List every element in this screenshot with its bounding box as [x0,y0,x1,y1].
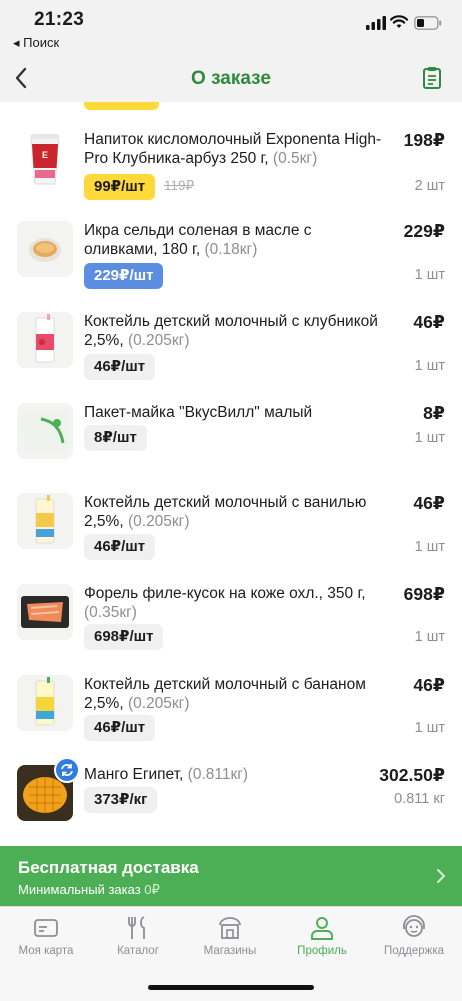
item-total-price: 46₽ [413,493,445,513]
signal-icon [366,16,386,30]
order-item[interactable]: Пакет-майка "ВкусВилл" малый 8₽ 8₽/шт 1 … [0,403,462,493]
tab-support[interactable]: Поддержка [368,915,460,957]
tab-label: Каталог [117,945,159,957]
product-name: Манго Египет, (0.811кг) [84,766,249,783]
tab-catalog[interactable]: Каталог [92,915,184,957]
item-total-price: 698₽ [403,584,445,604]
profile-icon [311,917,333,940]
refresh-icon[interactable] [54,757,80,783]
item-quantity: 2 шт [414,178,445,194]
delivery-subtitle: Минимальный заказ 0₽ [18,882,160,897]
card-icon [34,919,58,937]
home-indicator [148,985,314,990]
delivery-title: Бесплатная доставка [18,858,199,877]
order-item[interactable]: Коктейль детский молочный с бананом 2,5%… [0,675,462,765]
tab-label: Магазины [203,945,257,957]
order-item[interactable]: Коктейль детский молочный с клубникой 2,… [0,312,462,402]
previous-item-tag [84,102,159,110]
unit-price-badge: 698₽/шт [84,624,164,650]
item-quantity: 1 шт [414,539,445,555]
tab-my-card[interactable]: Моя карта [0,915,92,957]
product-image [17,675,73,731]
cutlery-icon [128,916,145,939]
unit-price-badge: 8₽/шт [84,425,147,451]
product-name: Икра сельди соленая в масле с оливками, … [84,222,312,258]
min-order-value: 0₽ [144,882,160,897]
product-name: Пакет-майка "ВкусВилл" малый [84,404,313,421]
chevron-right-icon [437,869,446,883]
item-total-price: 46₽ [413,675,445,695]
tab-label: Поддержка [384,945,444,957]
order-item[interactable]: Форель филе-кусок на коже охл., 350 г, (… [0,584,462,674]
order-item[interactable]: E Напиток кисломолочный Exponenta High-P… [0,130,462,220]
item-quantity: 1 шт [414,267,445,283]
item-total-price: 302.50₽ [379,765,445,785]
old-price: 119₽ [164,178,195,193]
product-image [17,312,73,368]
wifi-icon [390,15,408,28]
product-name: Напиток кисломолочный Exponenta High-Pro… [84,131,382,167]
item-quantity: 1 шт [414,720,445,736]
item-quantity: 1 шт [414,430,445,446]
support-icon [403,915,425,937]
unit-price-badge: 373₽/кг [84,787,158,813]
tab-stores[interactable]: Магазины [184,915,276,957]
order-item[interactable]: Манго Египет, (0.811кг) 302.50₽ 373₽/кг … [0,757,462,855]
product-image [17,403,73,459]
tab-profile[interactable]: Профиль [276,915,368,957]
unit-price-badge: 229₽/шт [84,263,164,289]
product-image [17,493,73,549]
unit-price-badge: 46₽/шт [84,715,156,741]
unit-price-badge: 46₽/шт [84,354,156,380]
item-total-price: 198₽ [403,130,445,150]
svg-text:E: E [42,150,48,160]
tab-label: Моя карта [18,945,74,957]
product-name: Форель филе-кусок на коже охл., 350 г, (… [84,585,366,621]
product-name: Коктейль детский молочный с клубникой 2,… [84,313,378,349]
battery-icon [414,16,442,30]
item-total-price: 46₽ [413,312,445,332]
order-item[interactable]: Икра сельди соленая в масле с оливками, … [0,221,462,311]
free-delivery-banner[interactable]: Бесплатная доставка Минимальный заказ 0₽ [0,846,462,906]
item-total-price: 8₽ [423,403,445,423]
receipt-icon[interactable] [422,66,442,90]
product-image [17,584,73,640]
item-quantity: 1 шт [414,629,445,645]
page-title: О заказе [191,68,271,89]
item-total-price: 229₽ [403,221,445,241]
product-image [17,221,73,277]
store-icon [219,917,241,939]
unit-price-badge: 99₽/шт [84,174,156,200]
status-bar: 21:23 ◂ Поиск [0,0,462,56]
status-time: 21:23 [34,9,85,30]
product-name: Коктейль детский молочный с ванилью 2,5%… [84,494,367,530]
item-quantity: 0.811 кг [394,791,445,807]
back-to-search-link[interactable]: ◂ Поиск [13,35,59,51]
unit-price-badge: 46₽/шт [84,534,156,560]
item-quantity: 1 шт [414,358,445,374]
order-item[interactable]: Коктейль детский молочный с ванилью 2,5%… [0,493,462,583]
product-name: Коктейль детский молочный с бананом 2,5%… [84,676,366,712]
nav-header: О заказе [0,56,462,102]
tab-label: Профиль [297,945,347,957]
product-image: E [17,130,73,186]
